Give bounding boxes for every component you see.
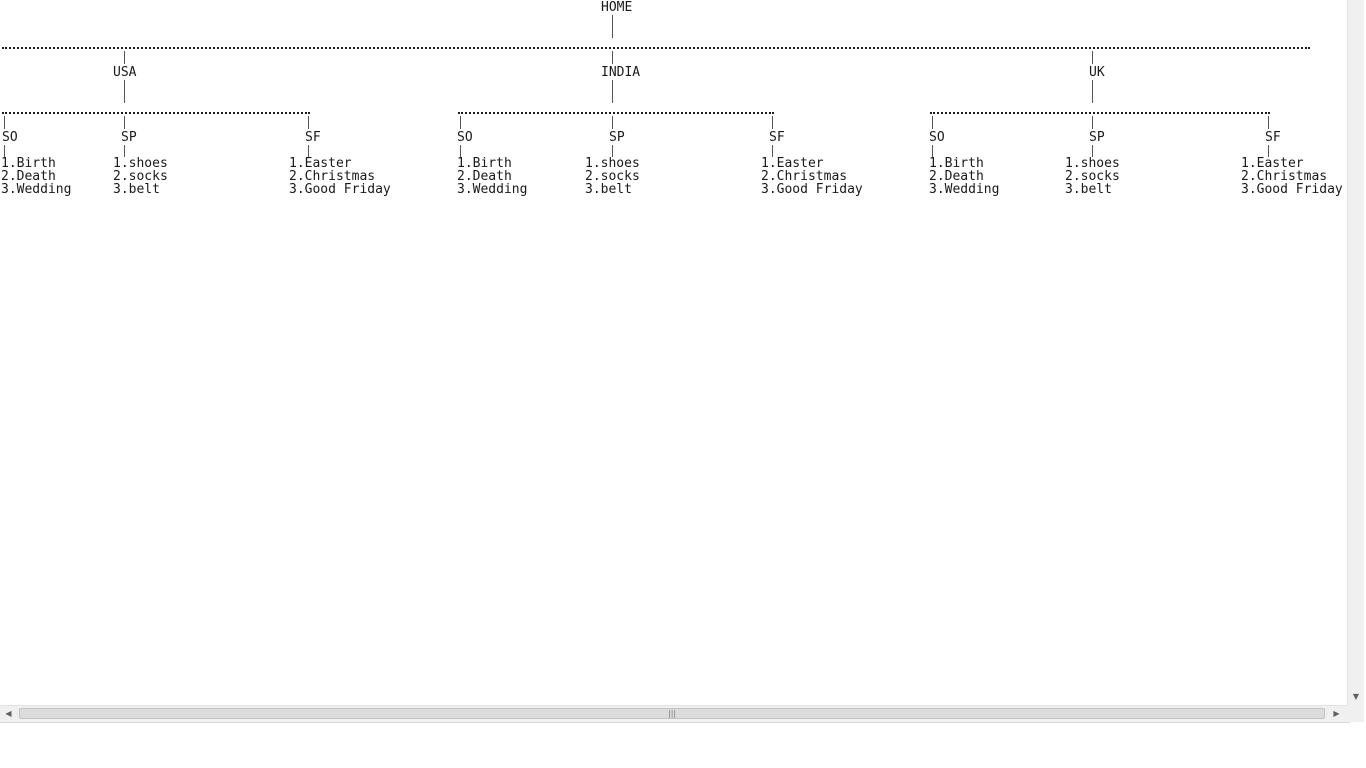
- uk-sf-connector-top: [1268, 116, 1269, 129]
- group-code-india-so: SO: [457, 130, 473, 145]
- uk-dotted-rule: [930, 112, 1270, 114]
- group-code-usa-sp: SP: [121, 130, 137, 145]
- horizontal-scrollbar[interactable]: ◀ ||| ▶: [0, 705, 1347, 722]
- uk-connector-bottom: [1092, 80, 1093, 103]
- tree-view-canvas: HOME USA INDIA UK SO SP SF SO SP SF SO S…: [0, 0, 1347, 705]
- down-arrow-icon[interactable]: ▼: [1348, 689, 1364, 705]
- group-code-india-sf: SF: [769, 130, 785, 145]
- country-label-uk: UK: [1089, 65, 1105, 80]
- level1-dotted-rule: [2, 47, 1310, 49]
- india-dotted-rule: [458, 112, 774, 114]
- usa-so-connector-top: [4, 116, 5, 129]
- group-code-uk-so: SO: [929, 130, 945, 145]
- root-connector: [612, 15, 613, 38]
- country-label-india: INDIA: [601, 65, 641, 80]
- usa-dotted-rule: [2, 112, 310, 114]
- list-item: 3.belt: [1065, 182, 1112, 197]
- usa-sf-connector-top: [308, 116, 309, 129]
- right-arrow-icon[interactable]: ▶: [1328, 706, 1345, 722]
- list-item: 3.Wedding: [1, 182, 72, 197]
- group-code-usa-so: SO: [2, 130, 18, 145]
- usa-connector-top: [124, 51, 125, 64]
- india-connector-bottom: [612, 80, 613, 103]
- country-label-usa: USA: [113, 65, 137, 80]
- uk-so-connector-top: [932, 116, 933, 129]
- india-sp-connector-top: [612, 116, 613, 129]
- uk-connector-top: [1092, 51, 1093, 64]
- uk-sp-connector-top: [1092, 116, 1093, 129]
- group-code-uk-sf: SF: [1265, 130, 1281, 145]
- list-item: 3.belt: [113, 182, 160, 197]
- list-item: 3.Good Friday: [289, 182, 391, 197]
- root-label: HOME: [601, 0, 633, 15]
- bottom-divider: [0, 722, 1350, 723]
- group-code-usa-sf: SF: [305, 130, 321, 145]
- usa-sp-connector-top: [124, 116, 125, 129]
- list-item: 3.Good Friday: [761, 182, 863, 197]
- grip-icon: |||: [668, 709, 677, 718]
- india-so-connector-top: [460, 116, 461, 129]
- vertical-scrollbar[interactable]: ▼: [1347, 0, 1364, 705]
- india-connector-top: [612, 51, 613, 64]
- group-code-india-sp: SP: [609, 130, 625, 145]
- usa-connector-bottom: [124, 80, 125, 103]
- india-sf-connector-top: [772, 116, 773, 129]
- scrollbar-corner: [1347, 705, 1364, 722]
- group-code-uk-sp: SP: [1089, 130, 1105, 145]
- list-item: 3.Wedding: [929, 182, 1000, 197]
- list-item: 3.Good Friday: [1241, 182, 1343, 197]
- left-arrow-icon[interactable]: ◀: [0, 706, 17, 722]
- list-item: 3.belt: [585, 182, 632, 197]
- list-item: 3.Wedding: [457, 182, 528, 197]
- horizontal-scroll-thumb[interactable]: |||: [19, 708, 1325, 719]
